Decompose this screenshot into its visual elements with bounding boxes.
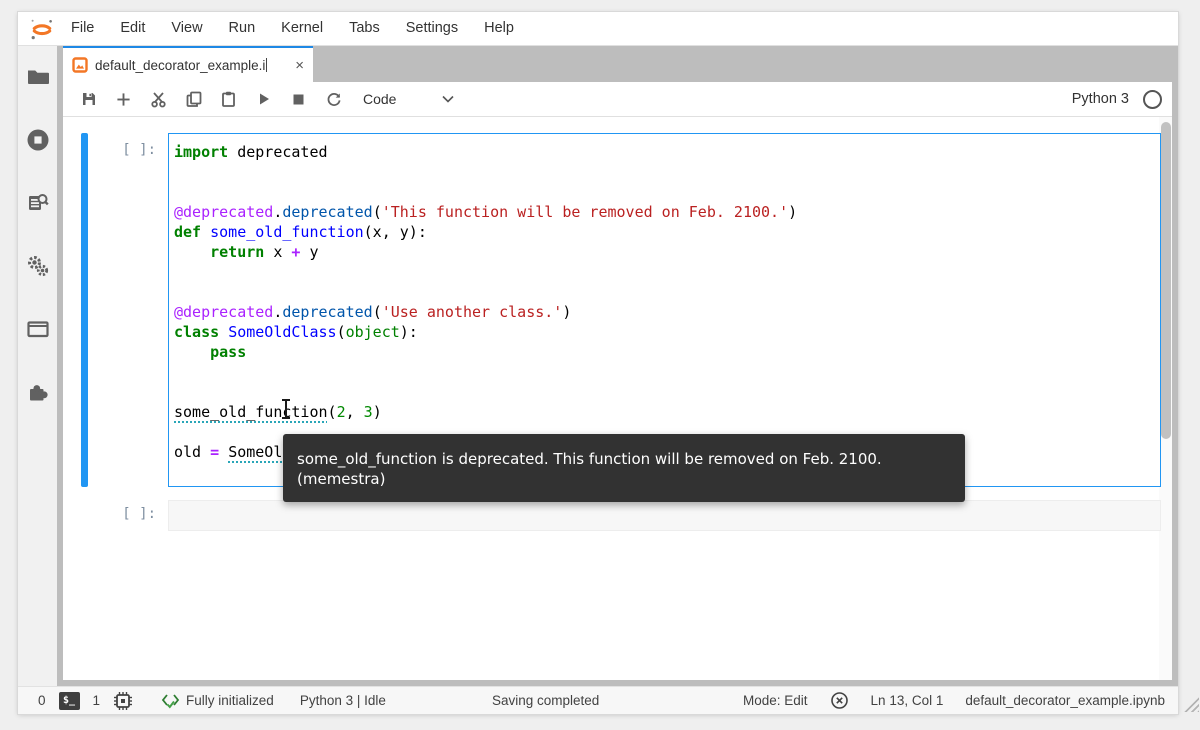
kernels-count[interactable]: 1	[93, 693, 101, 708]
file-browser-icon[interactable]	[25, 64, 51, 90]
saving-status: Saving completed	[492, 693, 600, 708]
code-line: class SomeOldClass(object):	[174, 323, 418, 341]
notebook-toolbar: Code Python 3	[63, 82, 1172, 117]
menu-item-kernel[interactable]: Kernel	[268, 12, 336, 45]
kernel-status-icon[interactable]	[1143, 89, 1162, 109]
notebook-content: [ ]: import deprecated @deprecated.deprec…	[63, 117, 1172, 680]
menu-item-tabs[interactable]: Tabs	[336, 12, 393, 45]
mouse-ibeam-cursor	[281, 399, 291, 419]
command-palette-icon[interactable]	[25, 190, 51, 216]
kernel-indicator: Python 3	[1072, 89, 1164, 109]
code-line: @deprecated.deprecated('This function wi…	[174, 203, 798, 221]
chevron-down-icon	[441, 94, 455, 104]
resize-grip[interactable]	[1182, 697, 1199, 712]
kernel-name[interactable]: Python 3	[1072, 91, 1129, 107]
statusbar-filename: default_decorator_example.ipynb	[965, 693, 1165, 708]
mode-indicator[interactable]: Mode: Edit	[743, 693, 808, 708]
scrollbar-thumb[interactable]	[1160, 122, 1171, 439]
interrupt-kernel-button[interactable]	[281, 86, 316, 112]
shield-x-icon[interactable]	[830, 691, 849, 710]
tab-text-cursor	[266, 58, 268, 72]
menu-item-file[interactable]: File	[58, 12, 107, 45]
extension-manager-icon[interactable]	[25, 379, 51, 405]
code-line: pass	[210, 343, 247, 361]
run-cell-button[interactable]	[246, 86, 281, 112]
jupyter-logo-icon	[31, 19, 52, 39]
notebook-tab[interactable]: default_decorator_example.i ×	[63, 46, 313, 82]
tab-title: default_decorator_example.i	[95, 57, 266, 73]
tooltip-line: some_old_function is deprecated. This fu…	[297, 450, 882, 468]
cell-type-value: Code	[363, 91, 397, 107]
dock-panel: default_decorator_example.i × Code Pytho…	[57, 46, 1178, 686]
kernel-status-text[interactable]: Python 3 | Idle	[300, 693, 386, 708]
lsp-status-text: Fully initialized	[186, 693, 274, 708]
tooltip-line: (memestra)	[297, 470, 386, 488]
code-check-icon	[161, 693, 180, 709]
code-line: return x + y	[210, 243, 319, 261]
menu-item-view[interactable]: View	[158, 12, 215, 45]
deprecation-tooltip: some_old_function is deprecated. This fu…	[283, 434, 965, 502]
kernel-chip-icon[interactable]	[113, 691, 133, 711]
menu-items: File Edit View Run Kernel Tabs Settings Help	[58, 12, 527, 45]
cell-input-prompt: [ ]:	[122, 506, 156, 522]
code-line: @deprecated.deprecated('Use another clas…	[174, 303, 572, 321]
open-tabs-icon[interactable]	[25, 316, 51, 342]
left-sidebar	[18, 46, 57, 686]
paste-cells-button[interactable]	[211, 86, 246, 112]
menu-bar: File Edit View Run Kernel Tabs Settings Help	[18, 12, 1178, 46]
cursor-position[interactable]: Ln 13, Col 1	[871, 693, 944, 708]
cell-input-prompt: [ ]:	[122, 142, 156, 158]
code-line: some_old_function(2, 3)	[174, 403, 382, 421]
terminal-icon[interactable]: $_	[58, 691, 80, 710]
code-line: def some_old_function(x, y):	[174, 223, 427, 241]
empty-cell-editor[interactable]	[168, 500, 1161, 531]
code-line: import deprecated	[174, 143, 328, 161]
tab-close-icon[interactable]: ×	[295, 58, 304, 73]
save-button[interactable]	[71, 86, 106, 112]
jupyterlab-window: File Edit View Run Kernel Tabs Settings Help	[18, 12, 1178, 714]
terminals-count[interactable]: 0	[38, 693, 46, 708]
lsp-status[interactable]: Fully initialized	[161, 692, 274, 710]
menu-item-edit[interactable]: Edit	[107, 12, 158, 45]
cut-cells-button[interactable]	[141, 86, 176, 112]
add-cell-button[interactable]	[106, 86, 141, 112]
restart-kernel-button[interactable]	[316, 86, 351, 112]
screenshot-root: File Edit View Run Kernel Tabs Settings Help	[0, 0, 1200, 730]
cell-collapser[interactable]	[81, 133, 88, 487]
notebook-file-icon	[72, 57, 88, 73]
menu-item-settings[interactable]: Settings	[393, 12, 471, 45]
running-sessions-icon[interactable]	[25, 127, 51, 153]
cell-type-dropdown[interactable]: Code	[363, 91, 455, 107]
property-inspector-icon[interactable]	[25, 253, 51, 279]
menu-item-help[interactable]: Help	[471, 12, 527, 45]
copy-cells-button[interactable]	[176, 86, 211, 112]
status-bar: 0 $_ 1 Fully initialized Python 3 | Idle…	[18, 686, 1178, 714]
menu-item-run[interactable]: Run	[216, 12, 269, 45]
